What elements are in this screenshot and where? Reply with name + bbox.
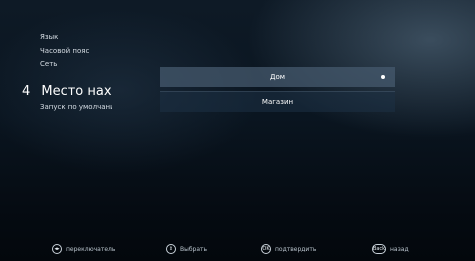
dpad-left-right-icon: ◂▸ (52, 244, 62, 254)
option-label: Магазин (261, 98, 294, 106)
hint-select: ⇕ Выбрать (166, 244, 207, 254)
menu-item-network[interactable]: Сеть (40, 60, 57, 68)
ok-button-icon: OK (261, 244, 271, 254)
hint-label: назад (390, 245, 409, 253)
dpad-up-down-icon: ⇕ (166, 244, 176, 254)
key-hints-bar: ◂▸ переключатель ⇕ Выбрать OK подтвердит… (0, 244, 475, 258)
hint-label: подтвердить (275, 245, 317, 253)
hint-switch: ◂▸ переключатель (52, 244, 115, 254)
option-home[interactable]: Дом (160, 67, 395, 87)
hint-label: переключатель (66, 245, 116, 253)
menu-item-timezone[interactable]: Часовой пояс (40, 47, 89, 55)
menu-item-number: 4 (22, 84, 31, 98)
selected-dot-icon (381, 75, 385, 79)
menu-item-location[interactable]: 4 Место нахождения (22, 80, 112, 98)
hint-back: Back назад (372, 244, 409, 254)
menu-item-language[interactable]: Язык (40, 33, 58, 41)
option-store[interactable]: Магазин (160, 91, 395, 112)
option-label: Дом (269, 73, 286, 81)
hint-label: Выбрать (180, 245, 208, 253)
menu-item-default-launch[interactable]: Запуск по умолчанию (40, 103, 112, 111)
back-button-icon: Back (372, 244, 386, 254)
menu-item-location-label: Место нахождения (41, 84, 112, 98)
hint-confirm: OK подтвердить (261, 244, 316, 254)
